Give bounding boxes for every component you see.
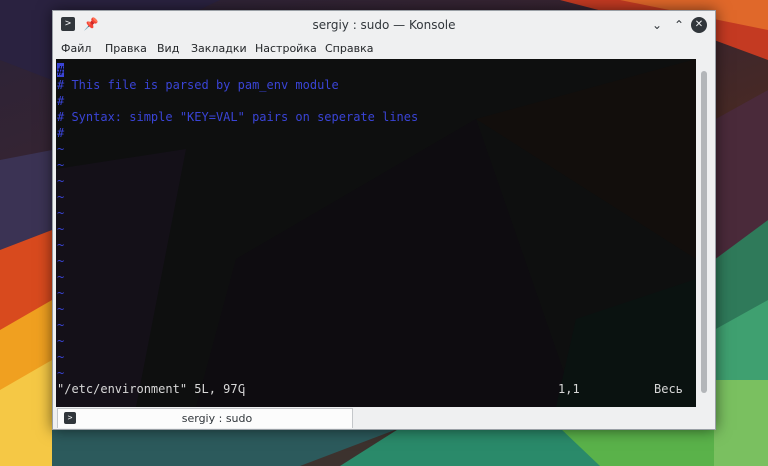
tab-bar: > sergiy : sudo (53, 407, 715, 429)
empty-line-marker: ~ (57, 158, 65, 172)
empty-line-marker: ~ (57, 142, 65, 156)
empty-line-marker: ~ (57, 350, 65, 364)
terminal-scrollbar[interactable] (698, 61, 710, 407)
empty-line-marker: ~ (57, 206, 65, 220)
terminal-line-1: # (57, 61, 65, 78)
scrollbar-thumb[interactable] (701, 71, 707, 393)
menu-view[interactable]: Вид (157, 39, 179, 59)
window-title: sergiy : sudo — Konsole (312, 18, 456, 32)
menu-bookmarks[interactable]: Закладки (191, 39, 247, 59)
menu-edit[interactable]: Правка (105, 39, 147, 59)
vim-scroll-position: Весь (654, 382, 683, 396)
menu-help[interactable]: Справка (325, 39, 373, 59)
tab-sergiy-sudo[interactable]: > sergiy : sudo (57, 408, 353, 428)
menu-bar: Файл Правка Вид Закладки Настройка Справ… (53, 39, 715, 59)
minimize-button[interactable]: ⌄ (649, 17, 665, 33)
empty-line-marker: ~ (57, 238, 65, 252)
empty-line-marker: ~ (57, 174, 65, 188)
maximize-button[interactable]: ⌃ (671, 17, 687, 33)
terminal-line-2: # This file is parsed by pam_env module (57, 78, 339, 92)
title-bar[interactable]: > 📌 sergiy : sudo — Konsole ⌄ ⌃ ✕ (53, 11, 715, 39)
terminal-view[interactable]: # # This file is parsed by pam_env modul… (56, 59, 696, 407)
empty-line-marker: ~ (57, 286, 65, 300)
close-icon: ✕ (694, 19, 704, 30)
terminal-line-5: # (57, 126, 65, 140)
ibeam-cursor-icon: I (242, 385, 246, 399)
menu-file[interactable]: Файл (61, 39, 91, 59)
empty-line-marker: ~ (57, 366, 65, 380)
text-cursor: # (57, 63, 65, 78)
empty-line-marker: ~ (57, 190, 65, 204)
empty-line-marker: ~ (57, 254, 65, 268)
empty-line-marker: ~ (57, 318, 65, 332)
tab-label: sergiy : sudo (181, 412, 253, 425)
terminal-icon: > (64, 412, 76, 424)
close-button[interactable]: ✕ (691, 17, 707, 33)
chevron-up-icon: ⌃ (673, 18, 685, 32)
empty-line-marker: ~ (57, 270, 65, 284)
empty-line-marker: ~ (57, 334, 65, 348)
empty-line-marker: ~ (57, 302, 65, 316)
menu-settings[interactable]: Настройка (255, 39, 317, 59)
vim-cursor-position: 1,1 (558, 382, 580, 396)
konsole-window: > 📌 sergiy : sudo — Konsole ⌄ ⌃ ✕ Файл П… (52, 10, 716, 430)
chevron-down-icon: ⌄ (651, 18, 663, 32)
terminal-line-3: # (57, 94, 65, 108)
terminal-line-4: # Syntax: simple "KEY=VAL" pairs on sepe… (57, 110, 419, 124)
empty-line-marker: ~ (57, 222, 65, 236)
vim-status-file: "/etc/environment" 5L, 97C (57, 382, 245, 396)
